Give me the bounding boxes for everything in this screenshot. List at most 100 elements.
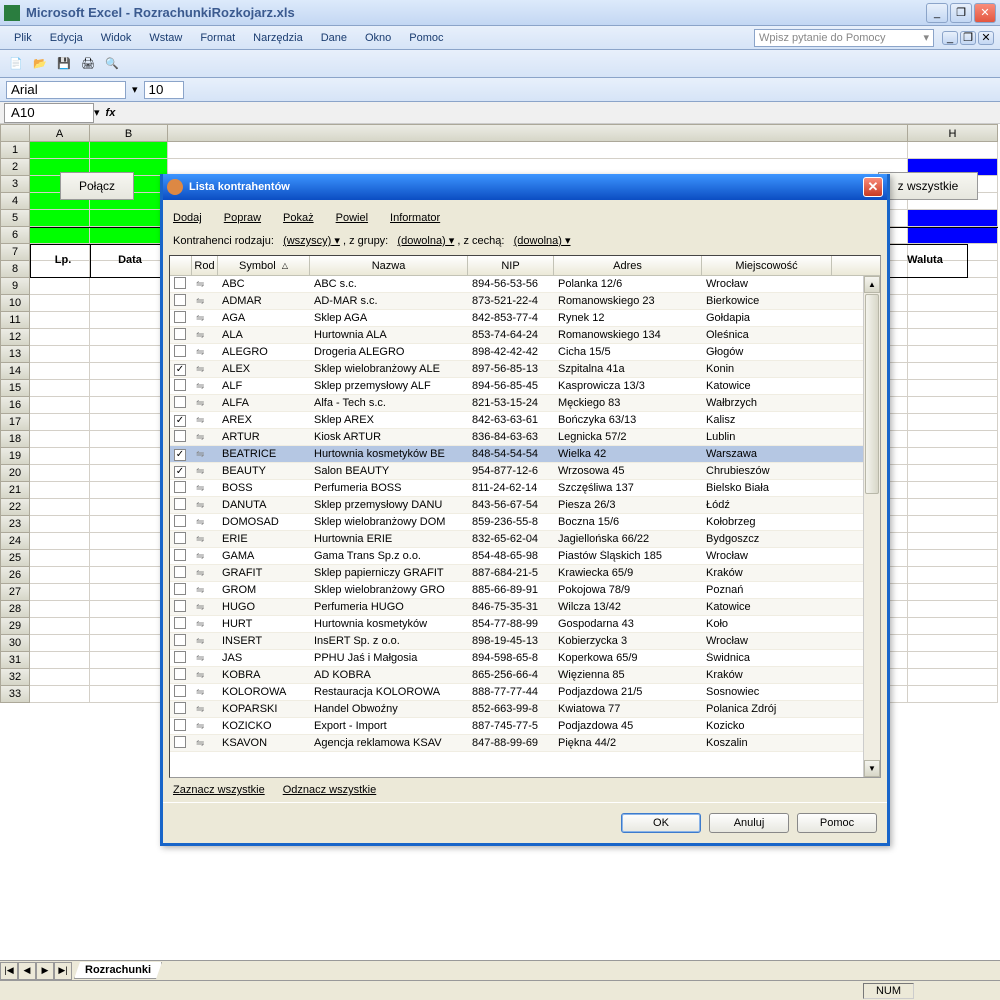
row-header[interactable]: 24 [0, 533, 30, 550]
font-select[interactable] [6, 81, 126, 99]
checkbox[interactable] [174, 277, 186, 289]
dialog-close-button[interactable]: ✕ [863, 177, 883, 197]
save-icon[interactable]: 💾 [54, 54, 74, 74]
doc-minimize[interactable]: _ [942, 31, 958, 45]
row-header[interactable]: 13 [0, 346, 30, 363]
list-row[interactable]: ⇋KOZICKOExport - Import887-745-77-5Podja… [170, 718, 880, 735]
row-header[interactable]: 17 [0, 414, 30, 431]
minimize-button[interactable]: _ [926, 3, 948, 23]
scrollbar[interactable]: ▲ ▼ [863, 276, 880, 777]
checkbox[interactable] [174, 481, 186, 493]
row-header[interactable]: 27 [0, 584, 30, 601]
menu-narzedzia[interactable]: Narzędzia [245, 30, 311, 46]
row-header[interactable]: 3 [0, 176, 30, 193]
row-header[interactable]: 7 [0, 244, 30, 261]
col-adres[interactable]: Adres [554, 256, 702, 275]
dropdown-icon[interactable]: ▾ [132, 83, 138, 96]
checkbox[interactable] [174, 498, 186, 510]
checkbox[interactable] [174, 736, 186, 748]
checkbox[interactable] [174, 634, 186, 646]
list-row[interactable]: ⇋HURTHurtownia kosmetyków854-77-88-99Gos… [170, 616, 880, 633]
list-row[interactable]: ⇋KOLOROWARestauracja KOLOROWA888-77-77-4… [170, 684, 880, 701]
checkbox[interactable] [174, 549, 186, 561]
help-search[interactable]: Wpisz pytanie do Pomocy▾ [754, 29, 934, 47]
checkbox[interactable] [174, 515, 186, 527]
link-deselect-all[interactable]: Odznacz wszystkie [283, 784, 377, 796]
row-header[interactable]: 33 [0, 686, 30, 703]
checkbox[interactable] [174, 345, 186, 357]
col-header[interactable]: B [90, 124, 168, 142]
polacz-button[interactable]: Połącz [60, 172, 134, 200]
sheet-tab[interactable]: Rozrachunki [74, 962, 162, 979]
checkbox[interactable] [174, 311, 186, 323]
link-popraw[interactable]: Popraw [224, 212, 261, 224]
cancel-button[interactable]: Anuluj [709, 813, 789, 833]
row-header[interactable]: 23 [0, 516, 30, 533]
filter-cecha[interactable]: (dowolna) ▾ [514, 235, 571, 247]
dropdown-icon[interactable]: ▾ [94, 106, 100, 119]
checkbox[interactable] [174, 617, 186, 629]
row-header[interactable]: 9 [0, 278, 30, 295]
menu-widok[interactable]: Widok [93, 30, 140, 46]
checkbox[interactable] [174, 583, 186, 595]
menu-edycja[interactable]: Edycja [42, 30, 91, 46]
list-row[interactable]: ⇋BOSSPerfumeria BOSS811-24-62-14Szczęśli… [170, 480, 880, 497]
list-row[interactable]: ⇋ALEGRODrogeria ALEGRO898-42-42-42Cicha … [170, 344, 880, 361]
row-header[interactable]: 19 [0, 448, 30, 465]
col-header[interactable]: H [908, 124, 998, 142]
fx-icon[interactable]: fx [106, 107, 116, 119]
row-header[interactable]: 12 [0, 329, 30, 346]
tab-first[interactable]: |◀ [0, 962, 18, 980]
size-select[interactable] [144, 81, 184, 99]
list-row[interactable]: ⇋JASPPHU Jaś i Małgosia894-598-65-8Koper… [170, 650, 880, 667]
row-header[interactable]: 5 [0, 210, 30, 227]
list-row[interactable]: ✓⇋ALEXSklep wielobranżowy ALE897-56-85-1… [170, 361, 880, 378]
checkbox[interactable] [174, 668, 186, 680]
checkbox[interactable] [174, 430, 186, 442]
checkbox[interactable] [174, 702, 186, 714]
col-nip[interactable]: NIP [468, 256, 554, 275]
ok-button[interactable]: OK [621, 813, 701, 833]
checkbox[interactable] [174, 379, 186, 391]
row-header[interactable]: 20 [0, 465, 30, 482]
checkbox[interactable] [174, 685, 186, 697]
help-button[interactable]: Pomoc [797, 813, 877, 833]
list-row[interactable]: ⇋ABCABC s.c.894-56-53-56Polanka 12/6Wroc… [170, 276, 880, 293]
menu-okno[interactable]: Okno [357, 30, 399, 46]
row-header[interactable]: 4 [0, 193, 30, 210]
checkbox[interactable] [174, 396, 186, 408]
row-header[interactable]: 15 [0, 380, 30, 397]
list-row[interactable]: ⇋HUGOPerfumeria HUGO846-75-35-31Wilcza 1… [170, 599, 880, 616]
list-row[interactable]: ⇋KSAVONAgencja reklamowa KSAV847-88-99-6… [170, 735, 880, 752]
filter-grupa[interactable]: (dowolna) ▾ [397, 235, 454, 247]
scroll-up-icon[interactable]: ▲ [864, 276, 880, 293]
list-row[interactable]: ⇋KOPARSKIHandel Obwoźny852-663-99-8Kwiat… [170, 701, 880, 718]
wszystkie-button[interactable]: z wszystkie [878, 172, 978, 200]
list-row[interactable]: ⇋DANUTASklep przemysłowy DANU843-56-67-5… [170, 497, 880, 514]
filter-rodzaj[interactable]: (wszyscy) ▾ [283, 235, 340, 247]
select-all-corner[interactable] [0, 124, 30, 142]
list-row[interactable]: ⇋ALFAAlfa - Tech s.c.821-53-15-24Męckieg… [170, 395, 880, 412]
row-header[interactable]: 32 [0, 669, 30, 686]
col-symbol[interactable]: Symbol △ [218, 256, 310, 275]
cell-reference[interactable] [4, 103, 94, 123]
tab-next[interactable]: ▶ [36, 962, 54, 980]
row-header[interactable]: 16 [0, 397, 30, 414]
row-header[interactable]: 28 [0, 601, 30, 618]
tab-prev[interactable]: ◀ [18, 962, 36, 980]
print-icon[interactable]: 🖨 [78, 54, 98, 74]
list-row[interactable]: ⇋DOMOSADSklep wielobranżowy DOM859-236-5… [170, 514, 880, 531]
row-header[interactable]: 30 [0, 635, 30, 652]
row-header[interactable]: 26 [0, 567, 30, 584]
col-header[interactable]: A [30, 124, 90, 142]
col-miejscowosc[interactable]: Miejscowość [702, 256, 832, 275]
link-pokaz[interactable]: Pokaż [283, 212, 314, 224]
checkbox[interactable]: ✓ [174, 449, 186, 461]
col-nazwa[interactable]: Nazwa [310, 256, 468, 275]
checkbox[interactable]: ✓ [174, 364, 186, 376]
checkbox[interactable] [174, 566, 186, 578]
row-header[interactable]: 2 [0, 159, 30, 176]
checkbox[interactable] [174, 600, 186, 612]
menu-wstaw[interactable]: Wstaw [141, 30, 190, 46]
list-row[interactable]: ⇋GAMAGama Trans Sp.z o.o.854-48-65-98Pia… [170, 548, 880, 565]
